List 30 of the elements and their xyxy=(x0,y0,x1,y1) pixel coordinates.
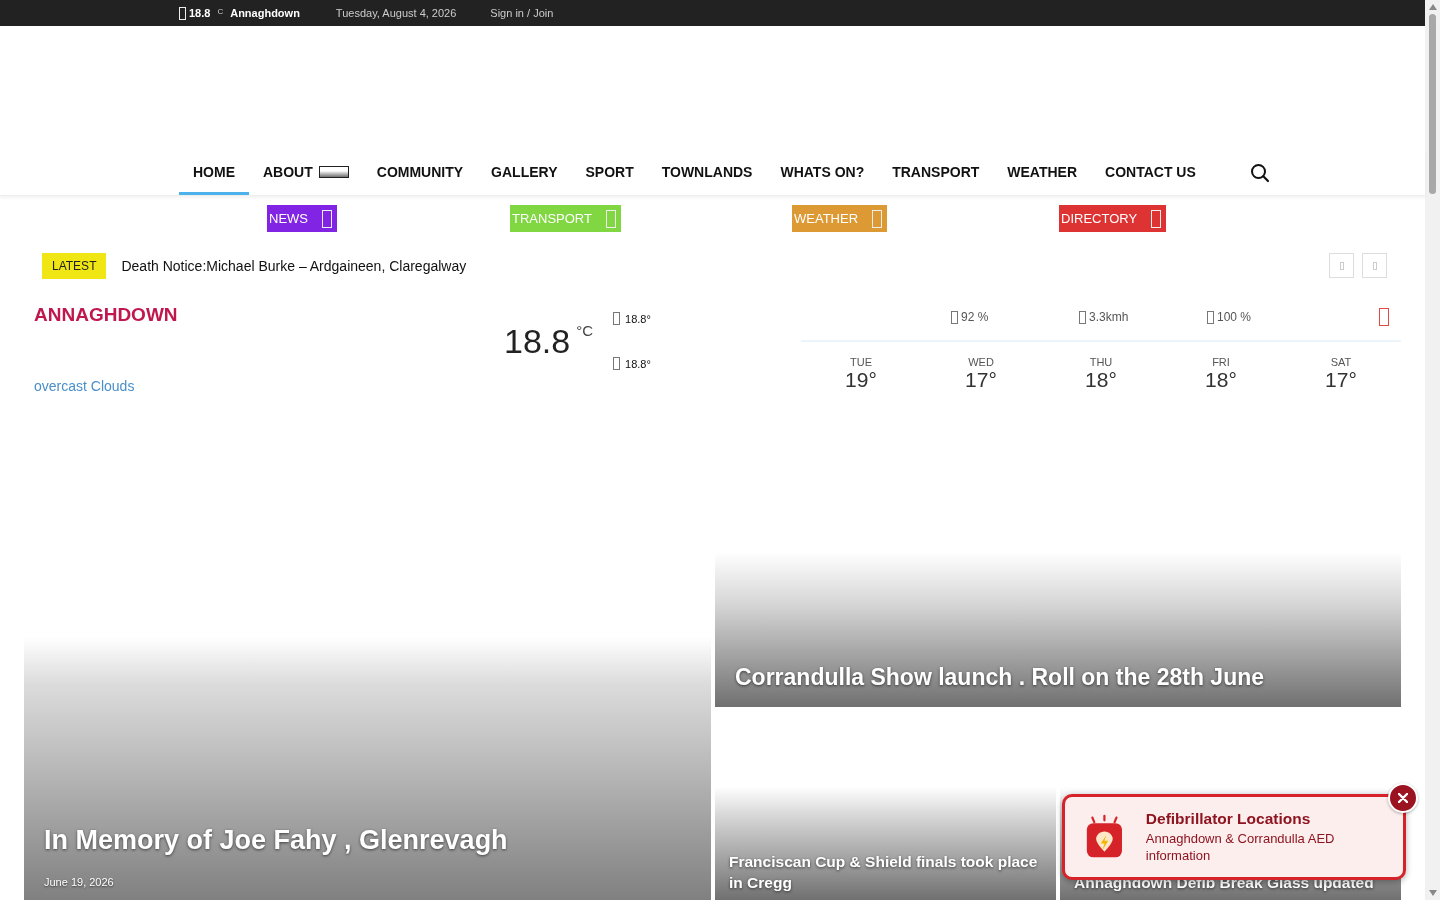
forecast-temperature: 19° xyxy=(845,368,877,393)
popup-title: Defibrillator Locations xyxy=(1145,809,1312,828)
popup-text: Annaghdown & Corrandulla AED information xyxy=(1145,830,1336,865)
temperature-text: 18.8 xyxy=(189,7,211,20)
location-text: Annaghdown xyxy=(230,7,300,20)
location-title: ANNAGHDOWN xyxy=(34,304,179,327)
forecast-day: SAT xyxy=(1330,356,1352,369)
forecast-temperature: 18° xyxy=(1085,368,1117,393)
forecast-day: FRI xyxy=(1212,356,1230,369)
weather-stat: 92 % xyxy=(961,310,989,325)
forecast-temperature: 18° xyxy=(1205,368,1237,393)
weather-stat: 100 % xyxy=(1217,310,1252,325)
low-temperature: 18.8° xyxy=(625,357,651,370)
unit-text: °C xyxy=(576,322,594,340)
weather-stat: 3.3kmh xyxy=(1089,310,1129,325)
weather-description: overcast Clouds xyxy=(34,378,136,395)
article-title: In Memory of Joe Fahy , Glenrevagh xyxy=(44,825,509,856)
article-date: June 19, 2026 xyxy=(44,876,115,888)
article-title: Franciscan Cup & Shield finals took place in Cregg xyxy=(729,852,1039,894)
unit-text: C xyxy=(217,6,224,16)
date-text: Tuesday, August 4, 2026 xyxy=(335,7,457,20)
article-title: Corrandulla Show launch . Roll on the 28th June xyxy=(735,664,1266,691)
forecast-day: THU xyxy=(1089,356,1113,369)
forecast-temperature: 17° xyxy=(1325,368,1357,393)
latest-label: LATEST xyxy=(42,252,107,279)
high-temperature: 18.8° xyxy=(625,312,651,325)
forecast-temperature: 17° xyxy=(965,368,997,393)
forecast-day: TUE xyxy=(850,356,872,369)
temperature-text: 18.8 xyxy=(504,322,571,362)
forecast-day: WED xyxy=(968,356,994,369)
